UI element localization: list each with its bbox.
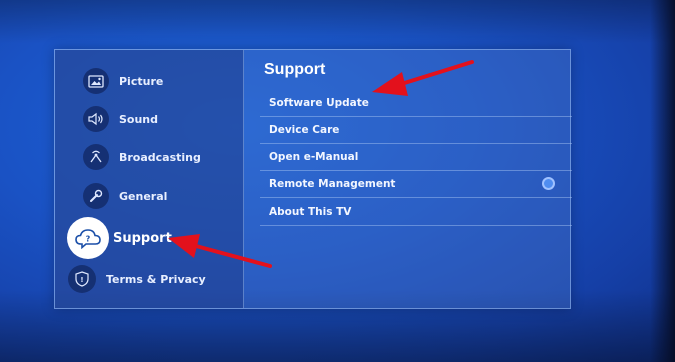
- sound-icon: [83, 106, 109, 132]
- svg-text:?: ?: [86, 235, 91, 244]
- sidebar-item-label: General: [119, 189, 168, 203]
- menu-item-label: About This TV: [269, 205, 352, 218]
- sidebar-item-label: Terms & Privacy: [106, 272, 206, 286]
- sidebar-item-picture[interactable]: Picture: [83, 64, 163, 98]
- menu-item-label: Remote Management: [269, 177, 396, 190]
- sidebar-item-label: Sound: [119, 112, 159, 126]
- support-cloud-icon: ?: [67, 217, 109, 259]
- menu-item-device-care[interactable]: Device Care: [260, 116, 572, 144]
- broadcasting-icon: [83, 144, 109, 170]
- menu-item-software-update[interactable]: Software Update: [260, 89, 572, 117]
- screen-edge-shadow: [650, 0, 675, 362]
- support-menu-panel: Support Software Update Device Care Open…: [255, 50, 572, 308]
- settings-panel: Picture Sound Broadcasting General ? Sup…: [54, 49, 572, 309]
- remote-management-radio[interactable]: [542, 177, 555, 190]
- sidebar-item-label: Support: [113, 230, 172, 246]
- sidebar-item-label: Picture: [119, 74, 164, 88]
- menu-item-label: Device Care: [269, 123, 340, 136]
- sidebar-item-sound[interactable]: Sound: [83, 102, 158, 136]
- sidebar-item-general[interactable]: General: [83, 179, 167, 213]
- menu-item-open-e-manual[interactable]: Open e-Manual: [260, 143, 572, 171]
- shield-icon: !: [68, 265, 96, 293]
- page-title: Support: [264, 61, 326, 78]
- menu-item-label: Software Update: [269, 96, 369, 109]
- sidebar-item-support[interactable]: ? Support: [67, 214, 172, 262]
- settings-sidebar: Picture Sound Broadcasting General ? Sup…: [55, 50, 244, 308]
- menu-item-about-this-tv[interactable]: About This TV: [260, 198, 572, 226]
- sidebar-item-label: Broadcasting: [119, 150, 201, 164]
- menu-item-label: Open e-Manual: [269, 150, 359, 163]
- sidebar-item-terms-privacy[interactable]: ! Terms & Privacy: [68, 262, 206, 296]
- menu-item-remote-management[interactable]: Remote Management: [260, 170, 572, 198]
- svg-text:!: !: [80, 276, 83, 284]
- wrench-icon: [83, 183, 109, 209]
- sidebar-item-broadcasting[interactable]: Broadcasting: [83, 140, 201, 174]
- picture-icon: [83, 68, 109, 94]
